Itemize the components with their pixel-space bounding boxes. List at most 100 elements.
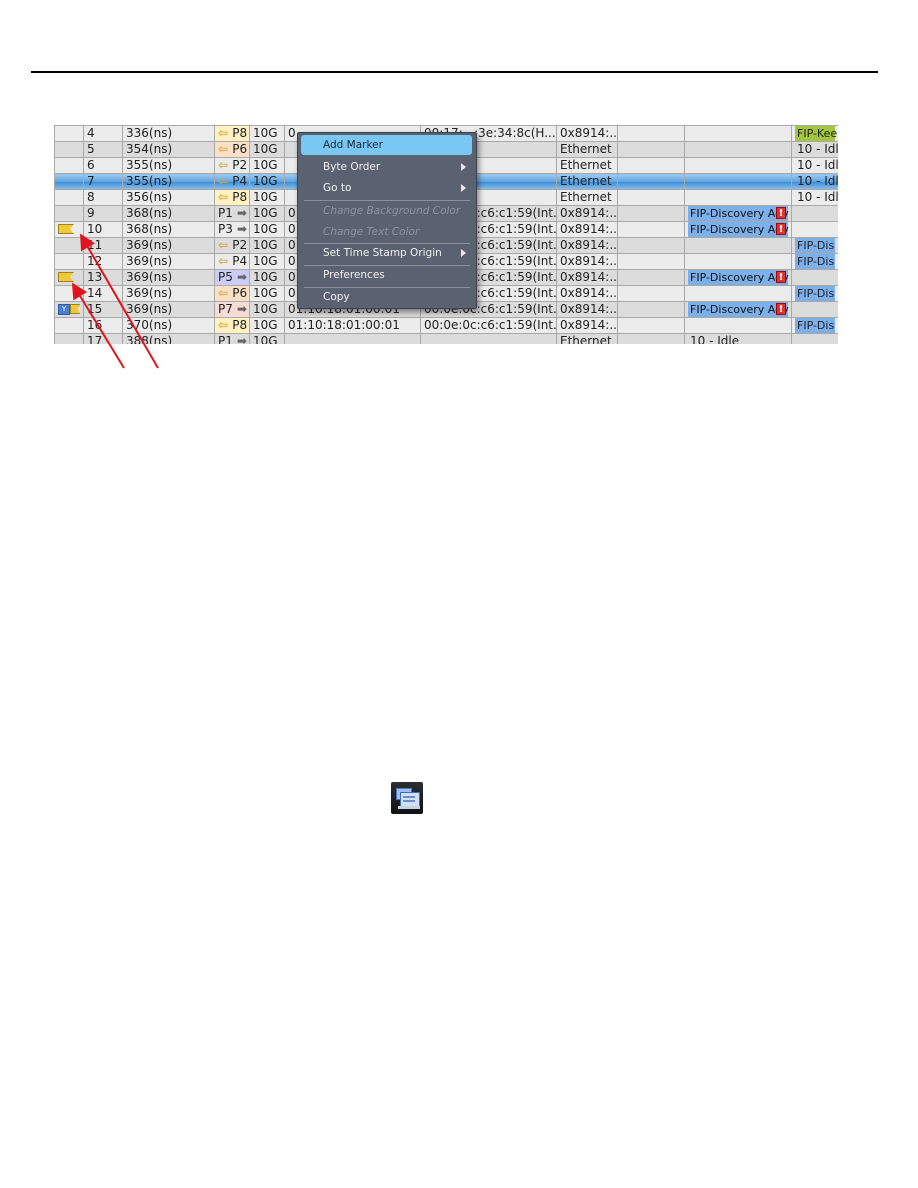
menu-item-label: Change Text Color [323, 226, 420, 238]
marker-cell[interactable] [54, 221, 84, 238]
marker-cell[interactable] [54, 141, 84, 158]
marker-cell[interactable] [54, 157, 84, 174]
marker-flag-icon[interactable] [70, 304, 80, 314]
protocol-cell [791, 205, 838, 222]
fip-cell: FIP-Discovery Adv! [684, 269, 792, 286]
packet-time: 355(ns) [122, 173, 215, 190]
fip-cell [684, 125, 792, 142]
table-row[interactable]: 17 388(ns) P1 ➡ 10G Ethernet 10 - Idle [54, 333, 838, 345]
outbound-arrow-icon: ➡ [232, 222, 248, 237]
link-speed: 10G [249, 125, 285, 142]
packet-time: 368(ns) [122, 205, 215, 222]
port-cell: ⇦ P8 [214, 317, 250, 334]
menu-item-label: Change Background Color [323, 205, 461, 217]
packet-number: 14 [83, 285, 123, 302]
marker-cell[interactable] [54, 269, 84, 286]
empty-cell [617, 221, 685, 238]
outbound-arrow-icon: ➡ [232, 334, 248, 345]
protocol-cell: FIP-Dis [791, 285, 838, 302]
protocol-cell: FIP-Dis [791, 237, 838, 254]
timestamp-cell [284, 333, 421, 344]
frame-type: 0x8914:... [556, 221, 618, 238]
port-label: P2 [232, 158, 248, 173]
frame-type: 0x8914:... [556, 269, 618, 286]
empty-cell [617, 317, 685, 334]
port-label: P8 [232, 126, 248, 141]
marker-cell[interactable] [54, 317, 84, 334]
link-speed: 10G [249, 285, 285, 302]
fip-cell [684, 317, 792, 334]
port-label: P1 [218, 206, 233, 221]
port-cell: ⇦ P8 [214, 189, 250, 206]
port-label: P4 [232, 174, 248, 189]
marker-flag-icon[interactable] [58, 224, 74, 234]
packet-time: 336(ns) [122, 125, 215, 142]
protocol-cell [791, 333, 838, 344]
fip-cell [684, 285, 792, 302]
menu-item-go-to[interactable]: Go to [301, 178, 472, 198]
filter-marker-icon[interactable]: Y [58, 304, 70, 315]
fip-cell [684, 237, 792, 254]
menu-item-preferences[interactable]: Preferences [301, 265, 472, 285]
protocol-label: 10 - Idle [797, 142, 838, 157]
link-speed: 10G [249, 253, 285, 270]
marker-cell[interactable] [54, 237, 84, 254]
protocol-label: FIP-Dis [795, 238, 835, 253]
marker-cell[interactable] [54, 253, 84, 270]
outbound-arrow-icon: ➡ [232, 206, 248, 221]
menu-item-label: Set Time Stamp Origin [323, 247, 442, 259]
port-label: P2 [232, 238, 248, 253]
marker-cell[interactable]: Y [54, 301, 84, 318]
inbound-arrow-icon: ⇦ [218, 158, 233, 173]
marker-flag-icon[interactable] [58, 272, 74, 282]
menu-item-label: Copy [323, 291, 350, 303]
fip-cell: FIP-Discovery Adv! [684, 221, 792, 238]
frame-type: 0x8914:... [556, 205, 618, 222]
protocol-cell: 10 - Idle [791, 173, 838, 190]
packet-number: 16 [83, 317, 123, 334]
table-row[interactable]: 16 370(ns) ⇦ P8 10G 01:10:18:01:00:01 00:0e:0… [54, 317, 838, 334]
port-label: P1 [218, 334, 233, 345]
marker-window-icon [391, 782, 423, 814]
frame-type: 0x8914:... [556, 301, 618, 318]
marker-cell[interactable] [54, 333, 84, 344]
packet-number: 8 [83, 189, 123, 206]
packet-number: 7 [83, 173, 123, 190]
link-speed: 10G [249, 189, 285, 206]
inbound-arrow-icon: ⇦ [218, 238, 233, 253]
protocol-cell [791, 221, 838, 238]
fip-cell: 10 - Idle [684, 333, 792, 344]
fip-text: FIP-Discovery Adv [690, 223, 789, 236]
fip-protocol-label: FIP-Discovery Adv! [688, 222, 789, 237]
empty-cell [617, 301, 685, 318]
frame-type: Ethernet [556, 141, 618, 158]
marker-cell[interactable] [54, 125, 84, 142]
marker-cell[interactable] [54, 205, 84, 222]
protocol-cell: FIP-Dis [791, 317, 838, 334]
fip-protocol-label: FIP-Discovery Adv! [688, 270, 789, 285]
link-speed: 10G [249, 141, 285, 158]
packet-time: 388(ns) [122, 333, 215, 344]
link-speed: 10G [249, 237, 285, 254]
frame-type: 0x8914:... [556, 125, 618, 142]
packet-time: 369(ns) [122, 253, 215, 270]
inbound-arrow-icon: ⇦ [218, 126, 233, 141]
protocol-cell: FIP-Dis [791, 253, 838, 270]
menu-item-byte-order[interactable]: Byte Order [301, 157, 472, 177]
menu-item-copy[interactable]: Copy [301, 287, 472, 307]
frame-type: Ethernet [556, 173, 618, 190]
marker-cell[interactable] [54, 285, 84, 302]
protocol-label: FIP-Dis [795, 254, 835, 269]
fip-cell: FIP-Discovery Adv! [684, 301, 792, 318]
port-cell: ⇦ P4 [214, 173, 250, 190]
menu-item-add-marker[interactable]: Add Marker [301, 135, 472, 155]
marker-cell[interactable] [54, 173, 84, 190]
port-cell: ⇦ P6 [214, 141, 250, 158]
fip-text: FIP-Discovery Adv [690, 207, 789, 220]
marker-cell[interactable] [54, 189, 84, 206]
window-base-icon [398, 806, 420, 809]
empty-cell [617, 125, 685, 142]
fip-cell [684, 157, 792, 174]
protocol-label: 10 - Idle [797, 190, 838, 205]
menu-item-set-time-stamp-origin[interactable]: Set Time Stamp Origin [301, 243, 472, 263]
